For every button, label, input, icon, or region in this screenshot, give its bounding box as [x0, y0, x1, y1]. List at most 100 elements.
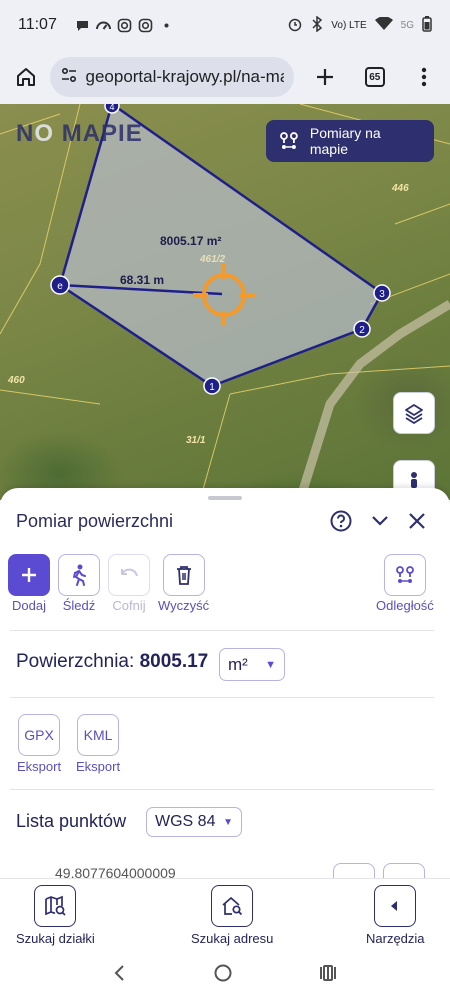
vertex-1[interactable]: 1	[203, 377, 221, 395]
point-list-item: 49.8077604000009	[0, 860, 450, 878]
vertex-label: 2	[359, 325, 365, 336]
tab-switcher-button[interactable]: 65	[357, 59, 393, 95]
area-map-label: 8005.17 m²	[160, 234, 222, 248]
walking-person-icon	[73, 564, 86, 586]
export-gpx-button[interactable]: GPX Eksport	[17, 714, 61, 774]
parcel-label: 460	[8, 375, 25, 386]
point-action-button[interactable]	[333, 863, 375, 878]
help-icon[interactable]	[330, 510, 352, 537]
trash-icon	[176, 566, 191, 585]
vertex-3[interactable]: 3	[373, 284, 391, 302]
distance-button[interactable]: Odległość	[376, 554, 434, 613]
speed-notification-icon	[95, 18, 111, 33]
vertex-label: 3	[379, 289, 385, 300]
tool-label: Wyczyść	[158, 598, 210, 613]
vertex-2[interactable]: 2	[353, 320, 371, 338]
address-bar[interactable]: geoportal-krajowy.pl/na-ma	[49, 57, 294, 97]
search-parcel-button[interactable]: Szukaj działki	[16, 885, 95, 946]
layers-button[interactable]	[393, 392, 435, 434]
points-list-label: Lista punktów	[16, 811, 127, 831]
site-settings-icon[interactable]	[60, 66, 78, 89]
home-search-icon	[222, 896, 243, 916]
divider	[10, 697, 434, 698]
export-label: Eksport	[17, 759, 62, 774]
undo-icon	[121, 568, 138, 577]
battery-icon	[422, 15, 432, 35]
tool-label: Odległość	[376, 598, 434, 613]
parcel-label: 446	[392, 183, 409, 194]
tool-label: Dodaj	[12, 598, 46, 613]
map-view[interactable]: 4 3 2 1 e NO MAPIE 8005.17 m² 461/2 68.3…	[0, 104, 450, 500]
measurements-label: Pomiary na mapie	[309, 125, 381, 157]
browser-toolbar: geoportal-krajowy.pl/na-ma 65	[0, 50, 450, 104]
area-prefix: Powierzchnia:	[16, 651, 135, 672]
status-bar: 11:07 Vo) LTE 5G	[0, 0, 450, 50]
instagram-icon	[138, 18, 153, 33]
dot-icon	[159, 18, 174, 33]
point-action-button[interactable]	[383, 863, 425, 878]
add-point-button[interactable]: Dodaj	[8, 554, 50, 613]
nav-label: Szukaj adresu	[191, 931, 274, 946]
vertex-current[interactable]: e	[50, 275, 70, 295]
bottom-navigation: Szukaj działki Szukaj adresu Narzędzia	[0, 878, 450, 950]
nav-label: Narzędzia	[366, 931, 425, 946]
export-format: GPX	[18, 714, 61, 756]
panel-title: Pomiar powierzchni	[16, 511, 174, 531]
home-circle-icon[interactable]	[213, 963, 233, 988]
unit-value: m²	[228, 654, 248, 674]
measurement-panel: Pomiar powierzchni Dodaj Śledź Cofnij Wy…	[0, 488, 450, 878]
clear-button[interactable]: Wyczyść	[158, 554, 209, 613]
wifi-icon	[374, 15, 393, 34]
network-label: Vo) LTE	[331, 19, 367, 31]
route-points-icon	[396, 566, 414, 583]
svg-text:e: e	[57, 281, 63, 292]
home-button[interactable]	[8, 59, 44, 95]
measurements-button[interactable]: Pomiary na mapie	[266, 120, 434, 162]
layers-icon	[405, 404, 423, 424]
unit-select[interactable]: m² ▼	[219, 648, 285, 681]
vertex-label: 1	[209, 382, 215, 393]
plus-icon	[317, 69, 334, 85]
back-icon[interactable]	[112, 964, 128, 987]
vertex-label: 4	[109, 104, 114, 112]
url-text: geoportal-krajowy.pl/na-ma	[85, 67, 284, 86]
chevron-down-icon: ▼	[223, 816, 233, 828]
export-kml-button[interactable]: KML Eksport	[76, 714, 120, 774]
app-logo: NO MAPIE	[16, 120, 143, 147]
nav-label: Szukaj działki	[16, 931, 95, 946]
close-icon[interactable]	[408, 512, 426, 535]
chevron-left-icon	[391, 901, 398, 911]
search-address-button[interactable]: Szukaj adresu	[191, 885, 273, 946]
home-icon	[16, 68, 35, 86]
export-format: KML	[77, 714, 120, 756]
drag-handle[interactable]	[208, 496, 242, 500]
export-label: Eksport	[76, 759, 121, 774]
parcel-label: 31/1	[186, 435, 206, 446]
chat-notification-icon	[75, 18, 90, 33]
vertex-4[interactable]: 4	[104, 104, 120, 114]
route-points-icon	[280, 132, 298, 149]
recents-icon[interactable]	[318, 964, 338, 987]
crs-select[interactable]: WGS 84 ▼	[146, 807, 242, 837]
area-value: 8005.17	[139, 651, 209, 672]
bluetooth-icon	[311, 15, 323, 35]
alarm-icon	[287, 16, 303, 35]
chevron-down-icon: ▼	[265, 658, 276, 671]
network-label-2: 5G	[400, 19, 414, 31]
kebab-menu-icon	[422, 67, 427, 87]
tools-button[interactable]: Narzędzia	[366, 885, 425, 946]
track-button[interactable]: Śledź	[58, 554, 100, 613]
distance-map-label: 68.31 m	[120, 273, 165, 287]
map-overlay: 4 3 2 1 e	[0, 104, 450, 500]
collapse-chevron-icon[interactable]	[370, 511, 390, 536]
divider	[10, 630, 434, 631]
tab-count: 65	[364, 67, 385, 87]
undo-button[interactable]: Cofnij	[108, 554, 150, 613]
browser-menu-button[interactable]	[407, 59, 443, 95]
instagram-icon	[117, 18, 132, 33]
plus-icon	[22, 568, 36, 582]
point-coordinate: 49.8077604000009	[55, 865, 176, 878]
new-tab-button[interactable]	[308, 59, 344, 95]
system-navigation	[0, 950, 450, 1000]
tool-label: Śledź	[62, 598, 96, 613]
